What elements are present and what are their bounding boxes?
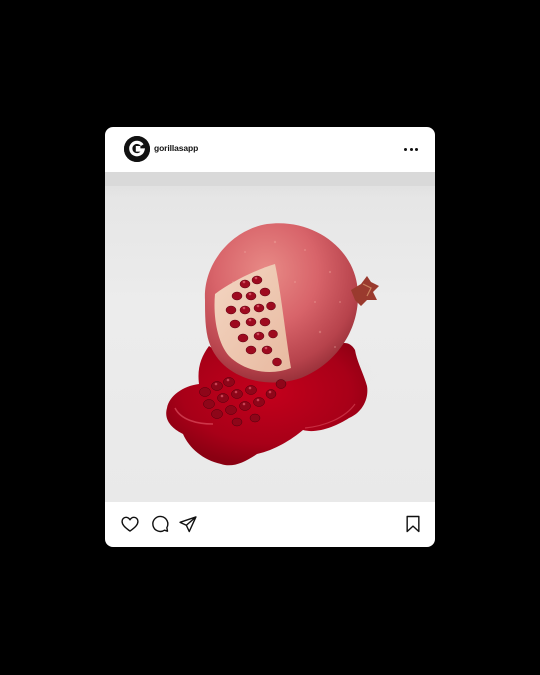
more-dot xyxy=(415,147,418,151)
bookmark-icon[interactable] xyxy=(403,514,423,534)
more-dot xyxy=(409,147,413,151)
username[interactable]: gorillasapp xyxy=(154,143,198,153)
more-options-button[interactable] xyxy=(404,142,418,156)
more-dot xyxy=(404,147,407,151)
gorillas-logo-icon: G xyxy=(124,136,150,162)
post-card: G gorillasapp xyxy=(105,127,435,547)
post-header: G gorillasapp xyxy=(105,127,435,172)
avatar[interactable]: G xyxy=(124,136,150,162)
pomegranate-photo xyxy=(105,172,435,466)
heart-icon[interactable] xyxy=(120,514,140,534)
send-icon[interactable] xyxy=(178,514,198,534)
post-actions xyxy=(105,502,435,547)
post-photo[interactable] xyxy=(105,172,435,502)
comment-icon[interactable] xyxy=(150,514,170,534)
